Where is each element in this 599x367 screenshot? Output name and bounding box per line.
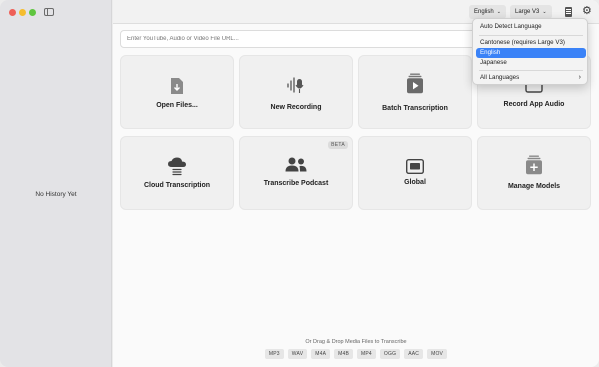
- chevron-down-icon: ⌄: [496, 9, 501, 15]
- format-chip: OGG: [379, 349, 401, 359]
- cloud-transcription-label: Cloud Transcription: [143, 182, 211, 189]
- batch-transcription-card[interactable]: Batch Transcription: [358, 55, 472, 129]
- all-languages-label: All Languages: [480, 74, 520, 81]
- app-window: No History Yet English⌄ Large V3⌄ ⚙ Open…: [0, 0, 599, 367]
- transcribe-podcast-label: Transcribe Podcast: [263, 180, 329, 187]
- new-recording-card[interactable]: New Recording: [239, 55, 353, 129]
- global-card[interactable]: Global: [358, 136, 472, 210]
- menu-item-japanese[interactable]: Japanese: [476, 58, 586, 68]
- chevron-right-icon: ›: [578, 74, 581, 81]
- format-chip: MP4: [357, 349, 376, 359]
- transcribe-podcast-card[interactable]: BETA Transcribe Podcast: [239, 136, 353, 210]
- zoom-window-button[interactable]: [29, 9, 36, 16]
- batch-transcription-label: Batch Transcription: [382, 105, 448, 112]
- supported-formats: MP3 WAV M4A M4B MP4 OGG AAC MOV: [113, 349, 599, 359]
- empty-history-text: No History Yet: [35, 191, 77, 198]
- chevron-down-icon: ⌄: [542, 9, 547, 15]
- open-files-card[interactable]: Open Files...: [120, 55, 234, 129]
- gear-icon[interactable]: ⚙: [582, 5, 593, 17]
- manage-models-card[interactable]: Manage Models: [477, 136, 591, 210]
- sidebar-toggle-icon[interactable]: [44, 8, 54, 16]
- format-chip: MP3: [264, 349, 284, 359]
- history-sidebar: No History Yet: [0, 0, 112, 367]
- stacked-play-icon: [407, 73, 423, 94]
- beta-badge: BETA: [328, 141, 348, 149]
- menu-item-all-languages[interactable]: All Languages ›: [476, 73, 586, 83]
- transcript-icon[interactable]: [565, 7, 572, 17]
- record-app-audio-label: Record App Audio: [503, 101, 565, 108]
- url-input[interactable]: [120, 30, 480, 48]
- close-window-button[interactable]: [9, 9, 16, 16]
- new-recording-label: New Recording: [270, 104, 322, 111]
- waveform-mic-icon: [287, 77, 304, 93]
- menu-item-english[interactable]: English: [476, 48, 586, 58]
- menu-item-auto-detect[interactable]: Auto Detect Language: [476, 22, 586, 32]
- people-icon: [285, 157, 307, 172]
- format-chip: WAV: [287, 349, 308, 359]
- language-dropdown[interactable]: English ⌄: [469, 5, 506, 19]
- format-chip: M4B: [334, 349, 354, 359]
- format-chip: M4A: [311, 349, 331, 359]
- menu-item-cantonese[interactable]: Cantonese (requires Large V3): [476, 38, 586, 48]
- stacked-plus-icon: [526, 155, 542, 175]
- model-dropdown-label: Large V3: [515, 9, 540, 15]
- display-icon: [406, 159, 424, 174]
- format-chip: AAC: [404, 349, 424, 359]
- manage-models-label: Manage Models: [507, 183, 561, 190]
- language-dropdown-label: English: [474, 9, 494, 15]
- global-label: Global: [404, 179, 426, 186]
- open-files-label: Open Files...: [156, 102, 198, 109]
- menu-separator: [479, 70, 583, 71]
- model-dropdown[interactable]: Large V3 ⌄: [510, 5, 552, 19]
- menu-separator: [479, 35, 583, 36]
- format-chip: MOV: [427, 349, 448, 359]
- minimize-window-button[interactable]: [19, 9, 26, 16]
- cloud-transcription-card[interactable]: Cloud Transcription: [120, 136, 234, 210]
- file-download-icon: [171, 78, 183, 94]
- cloud-icon: [168, 157, 186, 176]
- drag-drop-hint: Or Drag & Drop Media Files to Transcribe: [305, 339, 407, 345]
- language-menu: Auto Detect Language Cantonese (requires…: [472, 18, 588, 85]
